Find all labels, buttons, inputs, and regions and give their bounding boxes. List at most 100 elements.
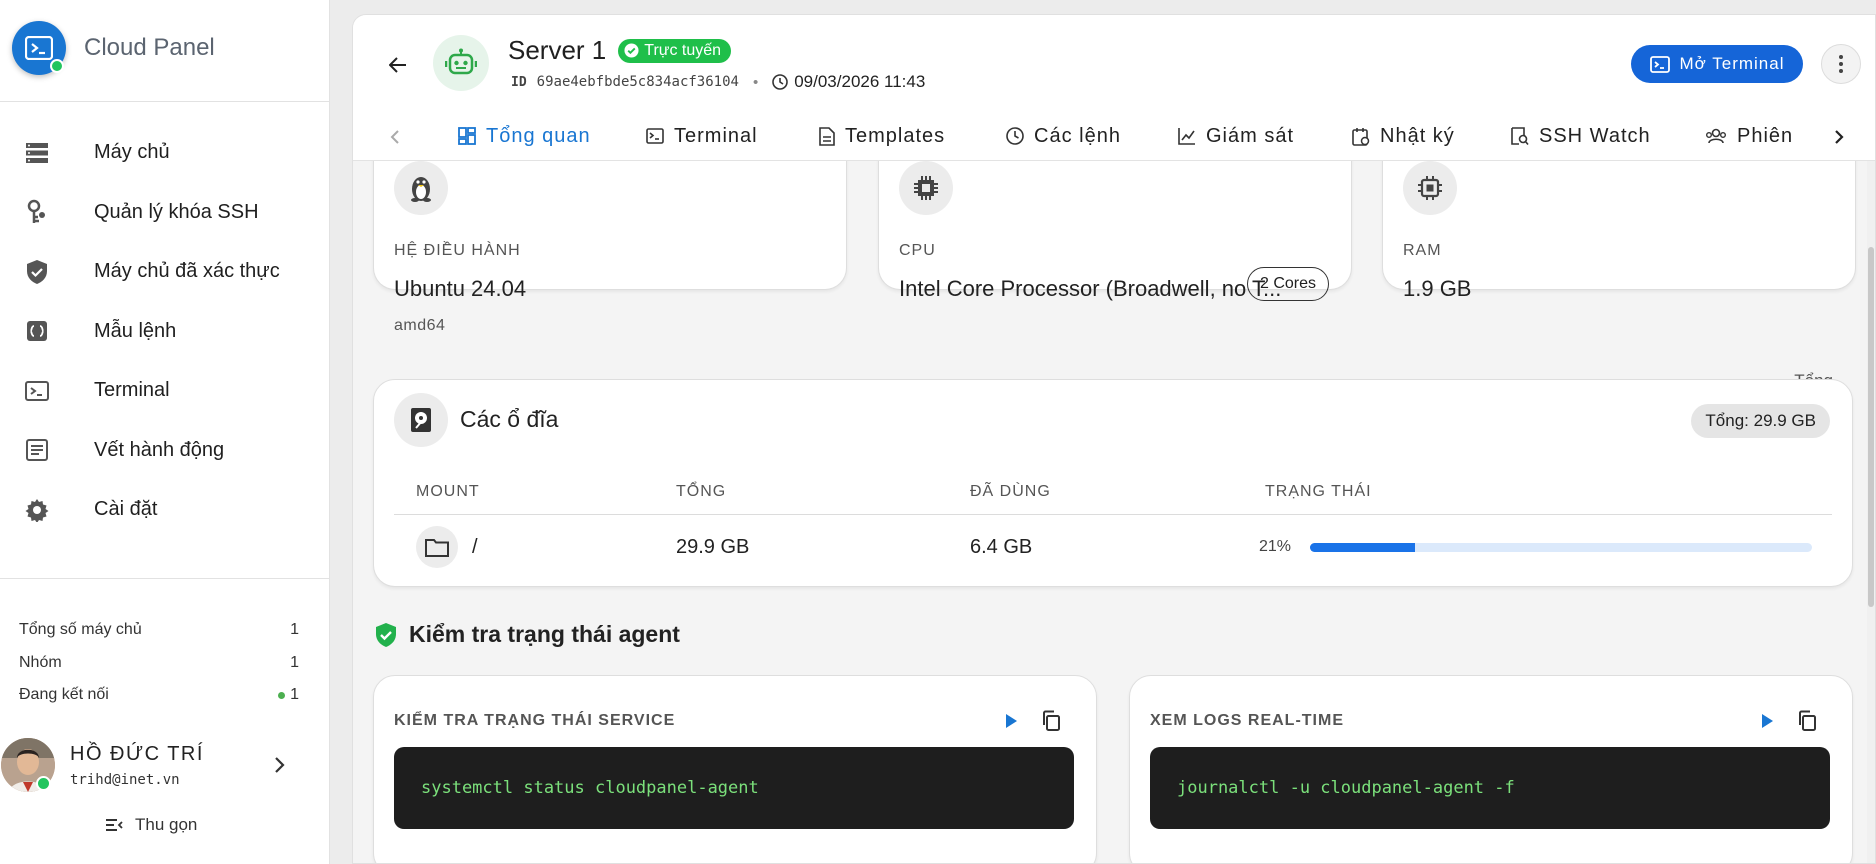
server-meta: ID 69ae4ebfbde5c834acf36104 • 09/03/2026… bbox=[511, 72, 925, 92]
dashboard-icon bbox=[458, 127, 476, 145]
shield-check-icon bbox=[376, 622, 396, 647]
command-box[interactable]: systemctl status cloudpanel-agent bbox=[394, 747, 1074, 829]
stat-connected: Đang kết nối 1 bbox=[19, 679, 299, 712]
chevron-right-icon bbox=[1835, 130, 1844, 144]
stat-value: 1 bbox=[290, 621, 299, 639]
disks-title: Các ổ đĩa bbox=[460, 406, 559, 432]
command-box[interactable]: journalctl -u cloudpanel-agent -f bbox=[1150, 747, 1830, 829]
online-dot bbox=[36, 776, 51, 791]
sidebar-item-label: Mẫu lệnh bbox=[94, 319, 177, 342]
tab-overview[interactable]: Tổng quan bbox=[458, 113, 591, 159]
disks-card: Các ổ đĩa Tổng: 29.9 GB MOUNT TỔNG ĐÃ DÙ… bbox=[373, 379, 1853, 587]
collapse-button[interactable]: Thu gọn bbox=[105, 815, 197, 835]
tab-logs[interactable]: Nhật ký bbox=[1352, 113, 1455, 159]
tab-monitoring[interactable]: Giám sát bbox=[1178, 113, 1294, 159]
stat-total-servers: Tổng số máy chủ 1 bbox=[19, 614, 299, 647]
sidebar-item-audit-log[interactable]: Vết hành động bbox=[0, 421, 330, 481]
sidebar-item-label: Máy chủ bbox=[94, 141, 170, 164]
scrollbar[interactable] bbox=[1867, 161, 1875, 863]
file-icon bbox=[819, 126, 835, 146]
back-button[interactable] bbox=[383, 50, 413, 80]
id-icon: ID bbox=[511, 74, 527, 90]
collapse-label: Thu gọn bbox=[135, 815, 198, 834]
sidebar-item-ssh-keys[interactable]: Quản lý khóa SSH bbox=[0, 183, 330, 243]
agent-section-title: Kiểm tra trạng thái agent bbox=[409, 621, 680, 647]
sidebar-item-settings[interactable]: Cài đặt bbox=[0, 480, 330, 540]
run-button[interactable] bbox=[996, 706, 1026, 736]
disk-mount: / bbox=[472, 536, 478, 558]
column-header-mount: MOUNT bbox=[416, 483, 480, 500]
stat-label: Đang kết nối bbox=[19, 686, 109, 704]
disk-usage-fill bbox=[1310, 543, 1416, 552]
tab-label: Giám sát bbox=[1206, 124, 1295, 147]
column-header-status: TRẠNG THÁI bbox=[1265, 483, 1372, 500]
server-datetime: 09/03/2026 11:43 bbox=[794, 72, 926, 91]
tab-label: Nhật ký bbox=[1380, 124, 1455, 147]
clock-icon bbox=[1006, 127, 1024, 145]
more-options-button[interactable] bbox=[1821, 44, 1861, 84]
disk-used: 6.4 GB bbox=[970, 536, 1033, 558]
tab-label: Terminal bbox=[674, 124, 758, 147]
copy-icon bbox=[1043, 710, 1060, 731]
scrollbar-thumb[interactable] bbox=[1868, 247, 1874, 607]
main-content: HỆ ĐIỀU HÀNH Ubuntu 24.04 amd64 2 Cores … bbox=[352, 14, 1876, 864]
tab-terminal[interactable]: Terminal bbox=[646, 113, 758, 159]
server-title: Server 1 Trực tuyến bbox=[508, 35, 732, 66]
sidebar-item-verified-servers[interactable]: Máy chủ đã xác thực bbox=[0, 242, 330, 302]
play-icon bbox=[1762, 714, 1773, 728]
disks-total-badge: Tổng: 29.9 GB bbox=[1691, 404, 1830, 438]
tab-label: Templates bbox=[845, 124, 946, 147]
play-icon bbox=[1006, 714, 1017, 728]
command-card-service-status: KIỂM TRA TRẠNG THÁI SERVICE systemctl st… bbox=[373, 675, 1097, 863]
user-email: trihd@inet.vn bbox=[70, 771, 180, 788]
copy-button[interactable] bbox=[1036, 706, 1066, 736]
code-template-icon bbox=[24, 318, 50, 344]
terminal-icon bbox=[24, 378, 50, 404]
stat-value: 1 bbox=[290, 653, 299, 671]
check-circle-icon bbox=[624, 43, 639, 58]
os-value: Ubuntu 24.04 bbox=[394, 276, 527, 301]
log-icon bbox=[1352, 127, 1370, 146]
document-list-icon bbox=[24, 437, 50, 463]
column-header-total: TỔNG bbox=[676, 483, 727, 500]
sidebar-item-servers[interactable]: Máy chủ bbox=[0, 123, 330, 183]
shield-check-icon bbox=[24, 259, 50, 285]
tab-templates[interactable]: Templates bbox=[819, 113, 945, 159]
copy-button[interactable] bbox=[1792, 706, 1822, 736]
linux-penguin-icon bbox=[394, 161, 448, 215]
user-profile[interactable]: HỒ ĐỨC TRÍ trihd@inet.vn bbox=[0, 736, 330, 794]
search-doc-icon bbox=[1511, 126, 1529, 145]
server-name: Server 1 bbox=[508, 35, 607, 65]
memory-chip-icon bbox=[899, 161, 953, 215]
sidebar-nav: Máy chủ Quản lý khóa SSH Máy chủ đã xác … bbox=[0, 123, 330, 540]
run-button[interactable] bbox=[1752, 706, 1782, 736]
os-arch: amd64 bbox=[394, 317, 446, 334]
open-terminal-button[interactable]: Mở Terminal bbox=[1631, 45, 1803, 83]
collapse-menu-icon bbox=[106, 819, 123, 831]
sidebar-item-label: Cài đặt bbox=[94, 498, 158, 521]
online-dot bbox=[50, 59, 64, 73]
tabs-scroll-left[interactable] bbox=[381, 123, 409, 151]
status-dot bbox=[278, 691, 286, 699]
status-badge: Trực tuyến bbox=[618, 38, 732, 63]
terminal-logo-icon bbox=[12, 21, 66, 75]
tab-sessions[interactable]: Phiên bbox=[1705, 113, 1793, 159]
divider bbox=[0, 101, 330, 102]
sidebar-item-terminal[interactable]: Terminal bbox=[0, 361, 330, 421]
tab-commands[interactable]: Các lệnh bbox=[1006, 113, 1121, 159]
cpu-value: Intel Core Processor (Broadwell, no T... bbox=[899, 276, 1282, 301]
tabs-scroll-right[interactable] bbox=[1825, 123, 1853, 151]
tab-ssh-watch[interactable]: SSH Watch bbox=[1511, 113, 1651, 159]
disk-usage-bar bbox=[1310, 543, 1812, 552]
server-id: 69ae4ebfbde5c834acf36104 bbox=[536, 74, 739, 90]
command-text: journalctl -u cloudpanel-agent -f bbox=[1177, 778, 1515, 798]
server-tabs: Tổng quan Terminal Templates Các lệnh Gi… bbox=[353, 113, 1875, 161]
brand[interactable]: Cloud Panel bbox=[12, 20, 215, 76]
sidebar-item-command-templates[interactable]: Mẫu lệnh bbox=[0, 302, 330, 362]
tab-label: Các lệnh bbox=[1034, 124, 1121, 147]
stat-number: 1 bbox=[290, 686, 299, 704]
stat-label: Tổng số máy chủ bbox=[19, 621, 142, 639]
sidebar-item-label: Quản lý khóa SSH bbox=[94, 200, 259, 223]
sidebar-item-label: Terminal bbox=[94, 379, 170, 402]
ram-value: 1.9 GB bbox=[1403, 276, 1472, 301]
